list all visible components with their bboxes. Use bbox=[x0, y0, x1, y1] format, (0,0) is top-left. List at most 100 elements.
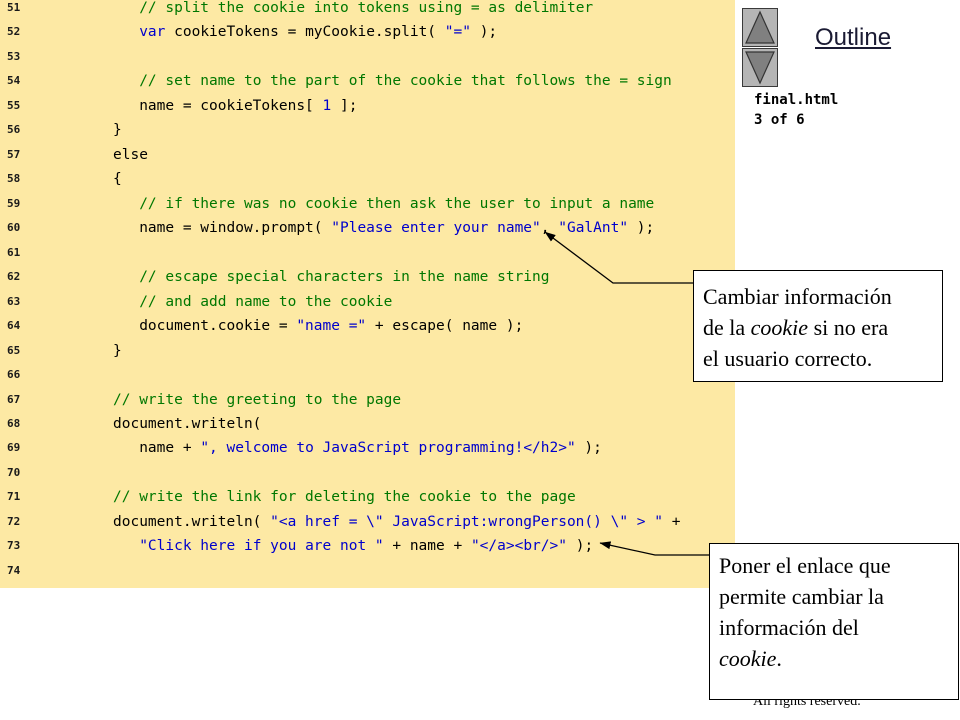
code-token-string: "<a href = \" JavaScript:wrongPerson() \… bbox=[270, 513, 663, 530]
callout-line: de la cookie si no era bbox=[703, 312, 942, 343]
code-text: document.cookie = "name =" + escape( nam… bbox=[113, 314, 523, 338]
code-token-comment: // split the cookie into tokens using = … bbox=[139, 0, 594, 16]
line-number: 54 bbox=[7, 74, 21, 88]
code-text: name = window.prompt( "Please enter your… bbox=[113, 216, 654, 240]
code-token-comment: // write the greeting to the page bbox=[113, 391, 402, 408]
code-token-keyword: var bbox=[139, 24, 166, 41]
code-token-plain: name = cookieTokens[ bbox=[113, 97, 323, 114]
code-token-plain: { bbox=[113, 171, 122, 188]
callout-text: si no era bbox=[808, 315, 889, 340]
code-line: 62 // escape special characters in the n… bbox=[0, 265, 735, 289]
code-token-comment: // and add name to the cookie bbox=[139, 293, 393, 310]
line-number: 72 bbox=[7, 514, 21, 528]
line-number: 62 bbox=[7, 270, 21, 284]
line-number: 53 bbox=[7, 49, 21, 63]
line-number: 61 bbox=[7, 245, 21, 259]
line-number: 51 bbox=[7, 1, 21, 14]
line-number: 63 bbox=[7, 294, 21, 308]
code-token-plain: name + bbox=[113, 440, 201, 457]
page-indicator: 3 of 6 bbox=[754, 112, 805, 128]
code-token-comment: // set name to the part of the cookie th… bbox=[139, 73, 672, 90]
code-token-plain: + bbox=[662, 513, 681, 530]
code-line: 70 bbox=[0, 461, 735, 485]
code-token-plain: , bbox=[540, 220, 559, 237]
code-token-string: "</a><br/>" bbox=[470, 538, 567, 555]
callout-line: información del bbox=[719, 612, 958, 643]
code-line: 51 // split the cookie into tokens using… bbox=[0, 0, 735, 20]
previous-slide-button[interactable] bbox=[742, 8, 778, 47]
line-number: 71 bbox=[7, 490, 21, 504]
line-number: 74 bbox=[7, 563, 21, 577]
code-line: 55 name = cookieTokens[ 1 ]; bbox=[0, 94, 735, 118]
callout-line: Cambiar información bbox=[703, 281, 942, 312]
code-token-plain: ); bbox=[470, 24, 498, 41]
code-token-plain: document.writeln( bbox=[113, 513, 271, 530]
line-number: 66 bbox=[7, 368, 21, 382]
code-token-plain: ); bbox=[575, 440, 602, 457]
code-token-plain: + name + bbox=[383, 538, 471, 555]
code-text: // set name to the part of the cookie th… bbox=[113, 69, 672, 93]
line-number: 64 bbox=[7, 319, 21, 333]
code-token-comment: // escape special characters in the name… bbox=[139, 269, 550, 286]
callout-text-italic: cookie bbox=[719, 646, 777, 671]
code-token-plain: ]; bbox=[331, 97, 358, 114]
code-text: { bbox=[113, 167, 122, 191]
callout-text: Cambiar información bbox=[703, 284, 892, 309]
code-line: 74 bbox=[0, 559, 735, 583]
code-token-plain: document.writeln( bbox=[113, 415, 262, 432]
code-token-plain: name = window.prompt( bbox=[113, 220, 332, 237]
code-text: // write the link for deleting the cooki… bbox=[113, 485, 576, 509]
code-text: "Click here if you are not " + name + "<… bbox=[113, 534, 593, 558]
code-line: 52 var cookieTokens = myCookie.split( "=… bbox=[0, 20, 735, 44]
code-token-plain: ); bbox=[628, 220, 655, 237]
line-number: 60 bbox=[7, 221, 21, 235]
code-token-comment: // if there was no cookie then ask the u… bbox=[139, 195, 655, 212]
code-text: // escape special characters in the name… bbox=[113, 265, 550, 289]
code-token-string: "GalAnt" bbox=[558, 220, 629, 237]
callout-line: Poner el enlace que bbox=[719, 550, 958, 581]
code-line: 63 // and add name to the cookie bbox=[0, 290, 735, 314]
callout-text: Poner el enlace que bbox=[719, 553, 891, 578]
line-number: 57 bbox=[7, 147, 21, 161]
line-number: 70 bbox=[7, 465, 21, 479]
callout-line: permite cambiar la bbox=[719, 581, 958, 612]
code-token-string: "=" bbox=[444, 24, 471, 41]
next-slide-button[interactable] bbox=[742, 48, 778, 87]
code-text: // split the cookie into tokens using = … bbox=[113, 0, 593, 20]
code-token-plain: else bbox=[113, 146, 148, 163]
line-number: 68 bbox=[7, 416, 21, 430]
code-line: 58 { bbox=[0, 167, 735, 191]
line-number: 69 bbox=[7, 441, 21, 455]
code-text: } bbox=[113, 339, 122, 363]
code-text: // and add name to the cookie bbox=[113, 290, 392, 314]
code-token-plain: } bbox=[113, 342, 122, 359]
code-token-string: "name =" bbox=[296, 318, 367, 335]
code-line: 53 bbox=[0, 45, 735, 69]
callout-text: permite cambiar la bbox=[719, 584, 884, 609]
code-line: 68 document.writeln( bbox=[0, 412, 735, 436]
callout-text-italic: cookie bbox=[750, 315, 809, 340]
callout-text: de la bbox=[703, 315, 751, 340]
code-text: name + ", welcome to JavaScript programm… bbox=[113, 436, 602, 460]
outline-link[interactable]: Outline bbox=[815, 24, 891, 52]
code-line: 54 // set name to the part of the cookie… bbox=[0, 69, 735, 93]
code-text: document.writeln( bbox=[113, 412, 261, 436]
code-token-string: "Please enter your name" bbox=[331, 220, 541, 237]
code-line: 72 document.writeln( "<a href = \" JavaSc… bbox=[0, 510, 735, 534]
code-line: 57 else bbox=[0, 143, 735, 167]
code-line: 59 // if there was no cookie then ask th… bbox=[0, 192, 735, 216]
line-number: 65 bbox=[7, 343, 21, 357]
code-text: var cookieTokens = myCookie.split( "=" )… bbox=[113, 20, 497, 44]
callout-text: . bbox=[776, 646, 782, 671]
callout-link-change-cookie: Poner el enlace que permite cambiar la inf… bbox=[709, 543, 959, 700]
code-line: 61 bbox=[0, 241, 735, 265]
code-line: 56} bbox=[0, 118, 735, 142]
callout-change-cookie-info: Cambiar información de la cookie si no er… bbox=[693, 270, 943, 382]
